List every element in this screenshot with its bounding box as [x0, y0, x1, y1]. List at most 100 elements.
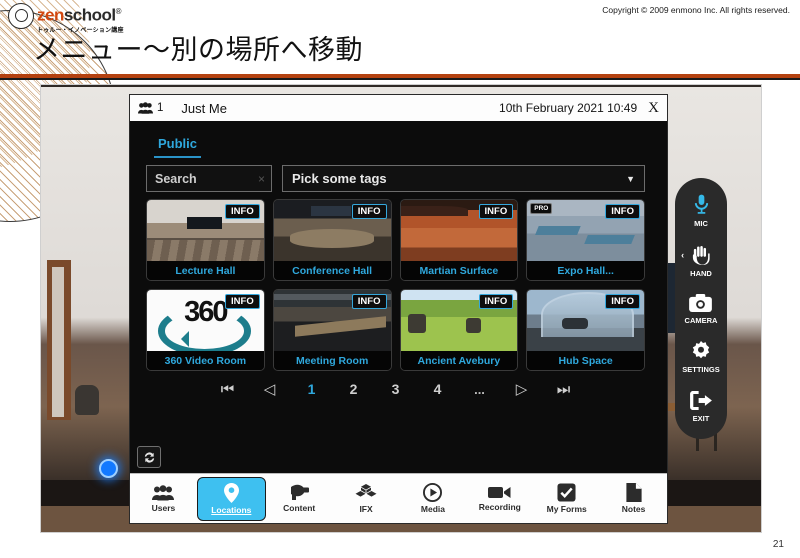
vr-menu-item-hand[interactable]: ‹ HAND: [681, 245, 712, 278]
room-name: Lecture Hall: [147, 261, 264, 280]
pagination-page-1[interactable]: 1: [291, 381, 333, 397]
search-input-wrapper[interactable]: ×: [146, 165, 272, 192]
toolbar-label: IFX: [359, 503, 373, 514]
vr-menu-label: CAMERA: [684, 315, 718, 325]
people-icon: [138, 102, 153, 114]
pagination-page-3[interactable]: 3: [375, 381, 417, 397]
dialog-header: 1 Just Me 10th February 2021 10:49 X: [130, 95, 667, 121]
toolbar-label: Content: [283, 503, 316, 513]
vr-menu-item-camera[interactable]: CAMERA: [684, 293, 718, 325]
exit-icon: [690, 390, 712, 412]
chevron-down-icon: ▼: [626, 173, 635, 184]
info-badge[interactable]: INFO: [605, 294, 640, 309]
tags-select[interactable]: Pick some tags ▼: [282, 165, 645, 192]
toolbar-item-ifx[interactable]: IFX: [333, 478, 400, 520]
users-icon: [152, 484, 175, 501]
info-badge[interactable]: INFO: [351, 294, 387, 309]
toolbar-item-media[interactable]: Media: [400, 478, 467, 520]
room-thumbnail: INFO: [273, 200, 391, 261]
pro-badge: PRO: [530, 203, 553, 214]
vr-menu-item-exit[interactable]: EXIT: [690, 390, 712, 423]
check-square-icon: [557, 483, 576, 502]
participant-count: 1: [157, 102, 164, 114]
room-grid: INFO Lecture Hall INFO Conference Hall I…: [138, 192, 659, 371]
pagination: ⏮ ◁ 1 2 3 4 ... ▷ ⏭: [138, 371, 659, 398]
logo-mark-icon: [8, 3, 34, 29]
room-thumbnail: INFO: [273, 290, 391, 351]
search-clear-icon[interactable]: ×: [258, 172, 265, 186]
locations-dialog: 1 Just Me 10th February 2021 10:49 X Pub…: [129, 94, 668, 524]
logo-registered-mark: ®: [115, 7, 122, 16]
room-card[interactable]: INFO Hub Space: [526, 289, 645, 371]
tags-select-label: Pick some tags: [292, 171, 387, 186]
session-datetime: 10th February 2021 10:49: [499, 101, 638, 115]
info-badge[interactable]: INFO: [225, 294, 260, 309]
page-title: メニュー〜別の場所へ移動: [33, 35, 363, 65]
toolbar-item-recording[interactable]: Recording: [466, 478, 533, 520]
room-thumbnail: 360 INFO: [147, 290, 264, 351]
chevron-left-icon[interactable]: ‹: [681, 250, 684, 260]
vr-menu-item-mic[interactable]: MIC: [693, 194, 710, 228]
pagination-prev[interactable]: ◁: [249, 380, 291, 398]
vr-menu-item-settings[interactable]: SETTINGS: [682, 341, 720, 374]
refresh-icon[interactable]: [137, 446, 161, 468]
info-badge[interactable]: INFO: [225, 204, 260, 219]
info-badge[interactable]: INFO: [478, 204, 514, 219]
session-label: Just Me: [181, 100, 227, 116]
play-circle-icon: [423, 483, 443, 502]
logo-zen-text: zen: [37, 5, 64, 25]
toolbar-label: Notes: [621, 504, 646, 514]
logo-wordmark: zenschool®: [37, 3, 124, 24]
room-card[interactable]: INFO Meeting Room: [272, 289, 392, 371]
room-name: Hub Space: [527, 351, 644, 370]
room-card[interactable]: INFO Conference Hall: [272, 199, 392, 281]
vr-menu-label: MIC: [694, 219, 708, 229]
pagination-page-4[interactable]: 4: [417, 381, 459, 397]
copyright-text: Copyright © 2009 enmono Inc. All rights …: [602, 5, 790, 15]
room-name: Conference Hall: [273, 261, 391, 280]
info-badge[interactable]: INFO: [478, 294, 514, 309]
toolbar-label: Media: [420, 504, 445, 514]
toolbar-item-locations[interactable]: Locations: [196, 476, 266, 521]
pagination-last[interactable]: ⏭: [543, 380, 585, 398]
bottom-toolbar: Users Locations Content IFX Media Record…: [130, 473, 667, 523]
camera-icon: [689, 293, 713, 314]
pagination-ellipsis: ...: [474, 381, 485, 397]
toolbar-label: Users: [151, 502, 176, 513]
room-card[interactable]: INFO Ancient Avebury: [399, 289, 519, 371]
video-camera-icon: [488, 485, 511, 500]
gear-icon: [691, 341, 711, 363]
vr-menu-label: EXIT: [692, 413, 710, 423]
toolbar-label: Recording: [478, 502, 521, 512]
info-badge[interactable]: INFO: [605, 204, 640, 219]
toolbar-item-notes[interactable]: Notes: [600, 478, 667, 520]
toolbar-label: Locations: [211, 504, 252, 515]
tab-public[interactable]: Public: [154, 136, 202, 158]
toolbar-item-content[interactable]: Content: [266, 478, 333, 520]
room-thumbnail: INFO: [527, 290, 644, 351]
close-icon[interactable]: X: [646, 100, 661, 116]
room-thumbnail: INFO: [400, 200, 518, 261]
room-card[interactable]: 360 INFO 360 Video Room: [146, 289, 265, 371]
photo-door-panel: [52, 267, 64, 417]
search-input[interactable]: [153, 170, 256, 187]
filter-row: × Pick some tags ▼: [138, 158, 659, 192]
room-name: Meeting Room: [273, 351, 391, 370]
teleport-marker-dot[interactable]: [99, 459, 118, 478]
location-pin-icon: [223, 482, 240, 503]
info-badge[interactable]: INFO: [351, 204, 387, 219]
room-card[interactable]: INFO Lecture Hall: [146, 199, 265, 281]
dialog-body: Public × Pick some tags ▼ INFO: [130, 121, 667, 473]
room-card[interactable]: INFO Martian Surface: [399, 199, 519, 281]
pagination-page-2[interactable]: 2: [333, 381, 375, 397]
photo-trash-bin: [75, 385, 99, 415]
pagination-next[interactable]: ▷: [501, 380, 543, 398]
toolbar-item-my-forms[interactable]: My Forms: [533, 478, 600, 520]
vr-menu-label: HAND: [690, 268, 712, 278]
pagination-first[interactable]: ⏮: [207, 380, 249, 398]
room-name: Ancient Avebury: [400, 351, 518, 370]
room-name: Martian Surface: [400, 261, 518, 280]
dialog-tabs: Public: [138, 121, 659, 158]
room-card[interactable]: PRO INFO Expo Hall...: [526, 199, 645, 281]
toolbar-item-users[interactable]: Users: [130, 478, 197, 520]
